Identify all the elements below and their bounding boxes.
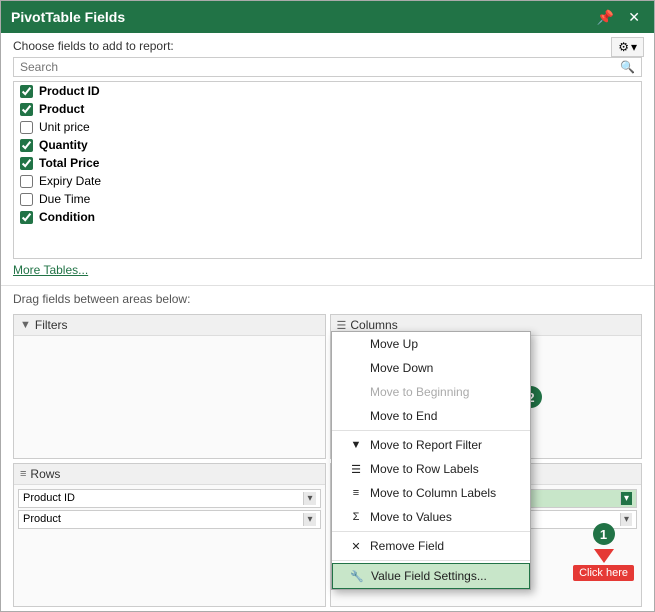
row-field-product-label: Product [23, 513, 61, 525]
filters-label: Filters [35, 318, 68, 332]
columns-label: Columns [350, 318, 397, 332]
field-item-expiry-date[interactable]: Expiry Date [14, 172, 641, 190]
field-checkbox-product[interactable] [20, 103, 33, 116]
ctx-move-to-values-label: Move to Values [370, 510, 452, 524]
panel-body: ⚙ ▾ Choose fields to add to report: 🔍 Pr… [1, 33, 654, 611]
field-item-quantity[interactable]: Quantity [14, 136, 641, 154]
row-field-product-id-label: Product ID [23, 492, 75, 504]
ctx-separator-2 [332, 531, 530, 532]
filters-content [14, 336, 325, 458]
ctx-move-to-row-labels-label: Move to Row Labels [370, 462, 479, 476]
field-label: Due Time [39, 192, 90, 206]
field-label: Product ID [39, 84, 100, 98]
search-icon: 🔍 [620, 60, 635, 74]
badge-1: 1 [593, 523, 615, 545]
context-menu: Move Up Move Down Move to Beginning Move… [331, 331, 531, 590]
ctx-move-to-column-labels-label: Move to Column Labels [370, 486, 496, 500]
choose-fields-label: Choose fields to add to report: [1, 33, 654, 57]
ctx-move-to-beginning-label: Move to Beginning [370, 385, 469, 399]
ctx-move-to-beginning: Move to Beginning [332, 380, 530, 404]
ctx-move-to-report-filter-label: Move to Report Filter [370, 438, 482, 452]
click-arrow [594, 549, 614, 563]
settings-dropdown-arrow: ▾ [631, 40, 637, 54]
rows-label: Rows [30, 467, 60, 481]
ctx-move-to-end-label: Move to End [370, 409, 437, 423]
field-item-due-time[interactable]: Due Time [14, 190, 641, 208]
ctx-move-up[interactable]: Move Up [332, 332, 530, 356]
search-input[interactable] [20, 60, 620, 74]
row-field-product-id[interactable]: Product ID ▾ [18, 489, 321, 508]
rows-content: Product ID ▾ Product ▾ [14, 485, 325, 607]
value-field-settings-icon: 🔧 [349, 570, 365, 583]
ctx-value-field-settings[interactable]: 🔧 Value Field Settings... [332, 563, 530, 589]
field-label: Condition [39, 210, 95, 224]
ctx-value-field-settings-label: Value Field Settings... [371, 569, 487, 583]
close-icon[interactable]: ✕ [624, 9, 644, 26]
field-item-condition[interactable]: Condition [14, 208, 641, 226]
title-bar: PivotTable Fields 📌 ✕ [1, 1, 654, 33]
ctx-move-to-end[interactable]: Move to End [332, 404, 530, 428]
ctx-move-down-label: Move Down [370, 361, 433, 375]
field-label: Expiry Date [39, 174, 101, 188]
field-item-product-id[interactable]: Product ID [14, 82, 641, 100]
ctx-move-to-row-labels[interactable]: ☰ Move to Row Labels [332, 457, 530, 481]
window-title: PivotTable Fields [11, 9, 125, 25]
row-field-product-dropdown[interactable]: ▾ [303, 513, 315, 526]
report-filter-icon: ▼ [348, 439, 364, 451]
row-field-product-id-dropdown[interactable]: ▾ [303, 492, 315, 505]
ctx-move-down[interactable]: Move Down [332, 356, 530, 380]
ctx-move-up-label: Move Up [370, 337, 418, 351]
field-item-product[interactable]: Product [14, 100, 641, 118]
drag-fields-label: Drag fields between areas below: [1, 285, 654, 310]
pin-icon[interactable]: 📌 [593, 9, 618, 26]
values-ctx-icon: Σ [348, 511, 364, 523]
ctx-move-to-report-filter[interactable]: ▼ Move to Report Filter [332, 433, 530, 457]
ctx-move-to-values[interactable]: Σ Move to Values [332, 505, 530, 529]
settings-button[interactable]: ⚙ ▾ [611, 37, 644, 57]
field-checkbox-due-time[interactable] [20, 193, 33, 206]
field-item-total-price[interactable]: Total Price [14, 154, 641, 172]
areas-grid: ▼ Filters ☰ Columns ≡ Rows [1, 310, 654, 611]
title-controls: 📌 ✕ [593, 9, 644, 26]
field-label: Total Price [39, 156, 99, 170]
search-bar: 🔍 [13, 57, 642, 77]
rows-header: ≡ Rows [14, 464, 325, 485]
field-checkbox-total-price[interactable] [20, 157, 33, 170]
column-labels-icon: ≡ [348, 487, 364, 499]
click-here-label: Click here [573, 565, 634, 581]
gear-icon: ⚙ [618, 40, 629, 54]
field-checkbox-expiry-date[interactable] [20, 175, 33, 188]
field-checkbox-unit-price[interactable] [20, 121, 33, 134]
field-item-unit-price[interactable]: Unit price [14, 118, 641, 136]
rows-icon: ≡ [20, 468, 26, 480]
ctx-separator-1 [332, 430, 530, 431]
ctx-separator-3 [332, 560, 530, 561]
remove-field-icon: ✕ [348, 540, 364, 553]
value-field-sum-quantity-dropdown[interactable]: ▾ [620, 492, 632, 505]
field-list: Product ID Product Unit price Quantity Total… [13, 81, 642, 259]
ctx-remove-field[interactable]: ✕ Remove Field [332, 534, 530, 558]
filters-area: ▼ Filters [13, 314, 326, 459]
field-label: Quantity [39, 138, 88, 152]
field-label: Unit price [39, 120, 90, 134]
pivot-table-fields-window: PivotTable Fields 📌 ✕ ⚙ ▾ Choose fields … [0, 0, 655, 612]
filters-header: ▼ Filters [14, 315, 325, 336]
columns-icon: ☰ [337, 319, 347, 332]
filter-icon: ▼ [20, 319, 31, 331]
field-checkbox-quantity[interactable] [20, 139, 33, 152]
field-label: Product [39, 102, 84, 116]
row-field-product[interactable]: Product ▾ [18, 510, 321, 529]
field-checkbox-product-id[interactable] [20, 85, 33, 98]
rows-area: ≡ Rows Product ID ▾ Product ▾ [13, 463, 326, 608]
field-checkbox-condition[interactable] [20, 211, 33, 224]
more-tables-link[interactable]: More Tables... [1, 259, 654, 281]
row-labels-icon: ☰ [348, 463, 364, 476]
click-here-annotation: 1 Click here [573, 523, 634, 581]
ctx-move-to-column-labels[interactable]: ≡ Move to Column Labels [332, 481, 530, 505]
ctx-remove-field-label: Remove Field [370, 539, 444, 553]
